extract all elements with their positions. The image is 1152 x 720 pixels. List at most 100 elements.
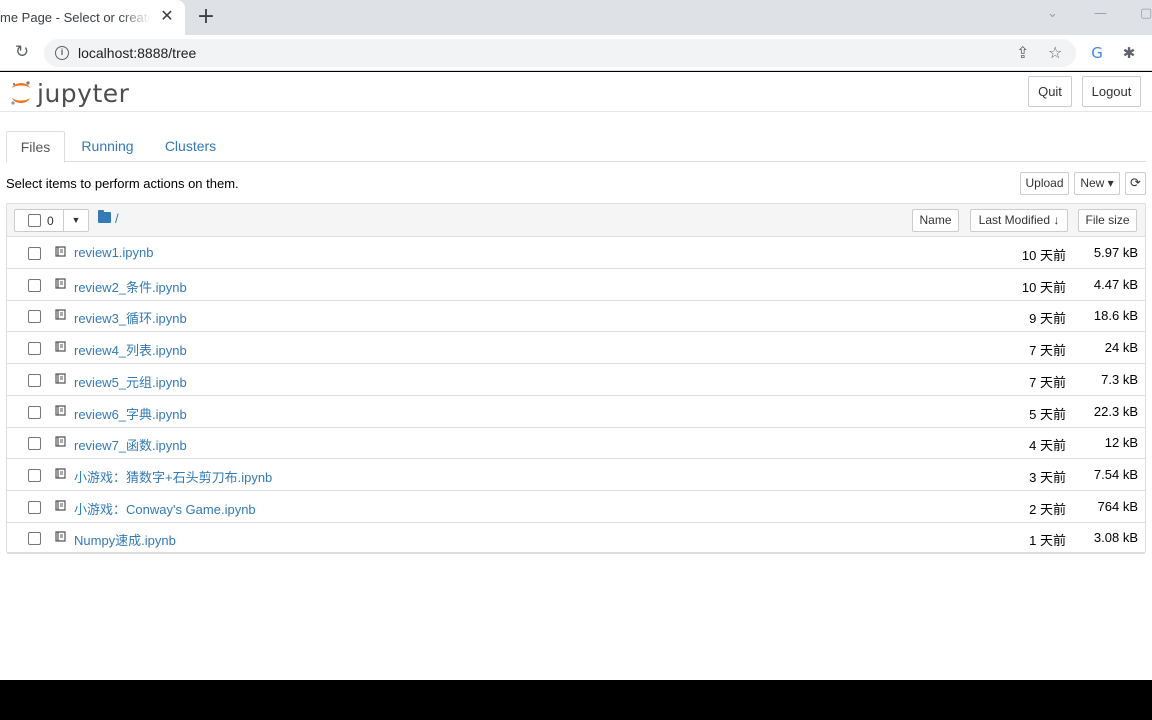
- file-link[interactable]: review5_元组.ipynb: [74, 372, 187, 391]
- folder-icon[interactable]: [98, 210, 111, 223]
- page-header: jupyter Quit Logout: [0, 72, 1152, 112]
- file-link[interactable]: review6_字典.ipynb: [74, 404, 187, 423]
- file-link[interactable]: Numpy速成.ipynb: [74, 530, 176, 549]
- row-checkbox[interactable]: [28, 437, 41, 451]
- file-size: 3.08 kB: [1093, 530, 1138, 546]
- tab-bar: Files Running Clusters: [6, 131, 1146, 163]
- refresh-icon[interactable]: ⟳: [1125, 172, 1146, 195]
- file-size: 12 kB: [1104, 435, 1138, 451]
- sort-size-button[interactable]: File size: [1078, 209, 1137, 232]
- row-checkbox[interactable]: [28, 310, 41, 324]
- tab-files[interactable]: Files: [6, 131, 65, 163]
- notebook-icon: [55, 278, 66, 289]
- file-row[interactable]: review7_函数.ipynb 4 天前 12 kB: [7, 427, 1145, 460]
- file-size: 5.97 kB: [1093, 245, 1138, 260]
- file-size: 18.6 kB: [1093, 308, 1138, 324]
- file-modified: 7 天前: [1029, 374, 1066, 390]
- selected-count: 0: [47, 214, 54, 228]
- file-size: 764 kB: [1097, 498, 1138, 514]
- tab-clusters[interactable]: Clusters: [158, 131, 223, 162]
- taskbar: [0, 680, 1152, 720]
- file-row[interactable]: 小游戏：猜数字+石头剪刀布.ipynb 3 天前 7.54 kB: [7, 459, 1145, 491]
- notebook-icon: [55, 499, 66, 511]
- minimize-icon[interactable]: —: [1094, 6, 1107, 21]
- file-size: 4.47 kB: [1093, 276, 1138, 292]
- file-modified: 10 天前: [1021, 279, 1066, 295]
- row-checkbox[interactable]: [28, 532, 41, 546]
- share-icon[interactable]: ⇪: [1016, 43, 1029, 62]
- new-button[interactable]: New ▾: [1074, 172, 1120, 195]
- url-text[interactable]: localhost:8888/tree: [78, 45, 196, 61]
- reload-icon[interactable]: ↻: [12, 42, 32, 62]
- file-link[interactable]: 小游戏：Conway's Game.ipynb: [74, 499, 256, 518]
- new-tab-icon[interactable]: +: [196, 6, 216, 28]
- sort-modified-button[interactable]: Last Modified ↓: [970, 209, 1068, 232]
- logout-button[interactable]: Logout: [1082, 76, 1141, 107]
- jupyter-page: jupyter Quit Logout Files Running Cluste…: [0, 72, 1152, 680]
- file-row[interactable]: 小游戏：Conway's Game.ipynb 2 天前 764 kB: [7, 491, 1145, 523]
- file-modified: 9 天前: [1029, 311, 1066, 327]
- file-link[interactable]: review7_函数.ipynb: [74, 435, 187, 454]
- caret-down-icon[interactable]: ▼: [63, 210, 88, 231]
- file-list-header: 0 ▼ / Name Last Modified ↓ File size: [7, 204, 1145, 237]
- file-size: 7.3 kB: [1101, 371, 1138, 387]
- file-size: 22.3 kB: [1093, 403, 1138, 419]
- browser-tabstrip: me Page - Select or create a ✕ + ⌄ — ▢: [0, 0, 1152, 35]
- address-bar[interactable]: i localhost:8888/tree ⇪ ☆: [44, 39, 1076, 67]
- file-row[interactable]: Numpy速成.ipynb 1 天前 3.08 kB: [7, 522, 1145, 555]
- row-checkbox[interactable]: [28, 342, 41, 356]
- file-modified: 3 天前: [1029, 469, 1066, 485]
- notebook-icon: [55, 246, 66, 257]
- notebook-icon: [55, 468, 66, 479]
- file-link[interactable]: review4_列表.ipynb: [74, 340, 187, 359]
- file-row[interactable]: review6_字典.ipynb 5 天前 22.3 kB: [7, 396, 1145, 428]
- file-link[interactable]: 小游戏：猜数字+石头剪刀布.ipynb: [74, 467, 272, 486]
- notebook-icon: [55, 531, 66, 542]
- selection-hint: Select items to perform actions on them.: [6, 176, 239, 191]
- file-size: 24 kB: [1104, 340, 1138, 356]
- notebook-icon: [55, 341, 66, 352]
- puzzle-icon[interactable]: ✱: [1119, 43, 1139, 63]
- close-icon[interactable]: ✕: [158, 8, 176, 26]
- star-icon[interactable]: ☆: [1048, 43, 1062, 62]
- breadcrumb[interactable]: /: [115, 211, 119, 226]
- file-modified: 1 天前: [1029, 533, 1066, 549]
- file-list: 0 ▼ / Name Last Modified ↓ File size rev…: [6, 203, 1146, 555]
- row-checkbox[interactable]: [28, 373, 41, 387]
- file-size: 7.54 kB: [1093, 466, 1138, 482]
- notebook-icon: [55, 373, 66, 384]
- select-all-group[interactable]: 0 ▼: [14, 209, 89, 232]
- file-modified: 4 天前: [1029, 438, 1066, 454]
- notebook-icon: [55, 404, 66, 416]
- row-checkbox[interactable]: [28, 278, 41, 292]
- file-modified: 2 天前: [1029, 501, 1066, 517]
- file-row[interactable]: review4_列表.ipynb 7 天前 24 kB: [7, 332, 1145, 365]
- maximize-icon[interactable]: ▢: [1140, 6, 1152, 21]
- browser-tab[interactable]: me Page - Select or create a ✕: [0, 0, 185, 35]
- select-all-checkbox[interactable]: [28, 214, 41, 227]
- info-icon[interactable]: i: [55, 46, 69, 60]
- file-link[interactable]: review2_条件.ipynb: [74, 277, 187, 296]
- file-link[interactable]: review3_循环.ipynb: [74, 308, 187, 327]
- file-row[interactable]: review5_元组.ipynb 7 天前 7.3 kB: [7, 364, 1145, 396]
- jupyter-logo-icon: [11, 81, 30, 105]
- notebook-icon: [55, 436, 66, 447]
- row-checkbox[interactable]: [28, 247, 41, 260]
- sort-name-button[interactable]: Name: [912, 209, 959, 232]
- tab-running[interactable]: Running: [75, 131, 140, 162]
- file-modified: 5 天前: [1029, 406, 1066, 422]
- chevron-down-icon[interactable]: ⌄: [1047, 6, 1058, 21]
- translate-icon[interactable]: G: [1087, 43, 1107, 63]
- file-row[interactable]: review1.ipynb 10 天前 5.97 kB: [7, 237, 1145, 269]
- file-modified: 10 天前: [1021, 248, 1066, 263]
- file-link[interactable]: review1.ipynb: [74, 245, 154, 260]
- quit-button[interactable]: Quit: [1028, 76, 1072, 107]
- logo-text: jupyter: [37, 79, 130, 108]
- row-checkbox[interactable]: [28, 405, 41, 419]
- row-checkbox[interactable]: [28, 500, 41, 514]
- browser-toolbar: ↻ i localhost:8888/tree ⇪ ☆ G ✱: [0, 35, 1152, 71]
- upload-button[interactable]: Upload: [1020, 172, 1069, 195]
- file-row[interactable]: review3_循环.ipynb 9 天前 18.6 kB: [7, 300, 1145, 333]
- row-checkbox[interactable]: [28, 468, 41, 482]
- file-row[interactable]: review2_条件.ipynb 10 天前 4.47 kB: [7, 269, 1145, 301]
